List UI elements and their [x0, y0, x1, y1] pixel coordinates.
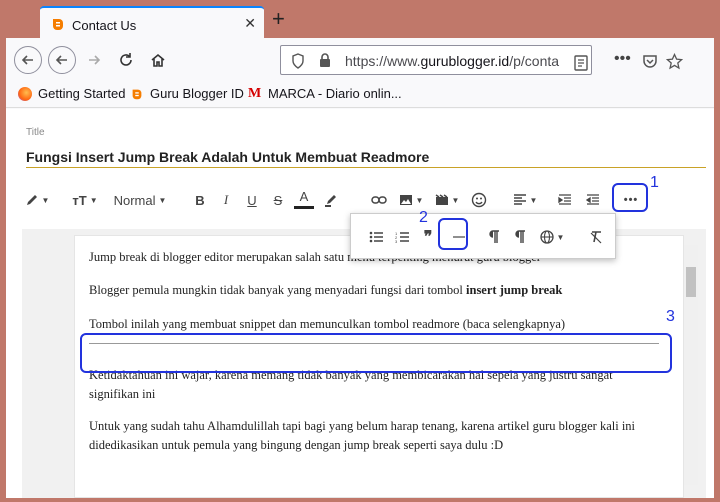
back-history-icon[interactable]	[48, 46, 76, 74]
bold-icon[interactable]: B	[190, 187, 210, 213]
shield-icon[interactable]	[291, 53, 305, 69]
paragraph-2: Blogger pemula mungkin tidak banyak yang…	[89, 283, 563, 297]
close-tab-icon[interactable]: ✕	[244, 15, 256, 32]
bookmark-guru-blogger[interactable]: Guru Blogger ID	[130, 86, 244, 101]
svg-text:3: 3	[395, 239, 398, 243]
annotation-number-3: 3	[666, 308, 675, 325]
more-options-popup: 123 ❞ ▼	[350, 213, 616, 259]
bookmark-getting-started[interactable]: Getting Started	[18, 86, 125, 101]
insert-video-button[interactable]: ▼	[432, 187, 462, 213]
indent-icon[interactable]	[554, 187, 576, 213]
title-label: Title	[26, 127, 45, 138]
text-color-icon[interactable]: A	[294, 187, 314, 209]
pen-icon	[26, 195, 37, 205]
title-underline	[26, 167, 706, 168]
paragraph-5: Untuk yang sudah tahu Alhamdulillah tapi…	[89, 419, 636, 452]
image-icon	[399, 195, 412, 205]
annotation-box-2	[438, 218, 468, 250]
annotation-box-3	[80, 333, 672, 373]
editor-scrollbar[interactable]	[684, 245, 698, 485]
editor-toolbar: ▼ ᴛT ▼ Normal ▼ B I U S A ▼ ▼ ▼ •••	[20, 187, 680, 213]
blogger-favicon-icon	[53, 19, 63, 30]
bookmarks-bar: Getting Started Guru Blogger ID M MARCA …	[6, 82, 714, 108]
emoji-icon[interactable]	[468, 187, 490, 213]
underline-icon[interactable]: U	[242, 187, 262, 213]
align-left-icon	[513, 194, 526, 205]
bookmark-marca[interactable]: M MARCA - Diario onlin...	[248, 86, 402, 101]
paragraph-format-select[interactable]: Normal ▼	[110, 187, 170, 213]
url-text: https://www.gurublogger.id/p/conta	[345, 53, 560, 69]
italic-icon[interactable]: I	[216, 187, 236, 213]
strikethrough-icon[interactable]: S	[268, 187, 288, 213]
marca-logo-icon: M	[248, 85, 262, 101]
language-button[interactable]: ▼	[537, 224, 567, 250]
url-bar[interactable]: https://www.gurublogger.id/p/conta	[280, 45, 592, 75]
link-icon[interactable]	[368, 187, 390, 213]
reader-view-icon[interactable]	[574, 55, 588, 71]
firefox-icon	[18, 86, 32, 101]
tab-title: Contact Us	[72, 18, 137, 33]
quote-icon[interactable]: ❞	[419, 224, 437, 250]
back-icon[interactable]	[14, 46, 42, 74]
tab-strip: Contact Us ✕ +	[6, 2, 714, 40]
scrollbar-thumb[interactable]	[686, 267, 696, 297]
post-editor: Title Fungsi Insert Jump Break Adalah Un…	[6, 109, 714, 498]
annotation-number-2: 2	[419, 209, 428, 226]
post-title-input[interactable]: Fungsi Insert Jump Break Adalah Untuk Me…	[26, 149, 429, 165]
font-size-button[interactable]: ᴛT ▼	[68, 187, 102, 213]
globe-icon	[539, 230, 554, 244]
font-size-icon: ᴛT	[72, 192, 87, 208]
pen-tool-button[interactable]: ▼	[20, 187, 54, 213]
tab-contact-us[interactable]: Contact Us ✕	[40, 6, 264, 40]
annotation-number-1: 1	[650, 174, 659, 191]
page-actions-icon[interactable]: •••	[614, 50, 631, 68]
blogger-icon	[132, 89, 142, 99]
align-button[interactable]: ▼	[510, 187, 540, 213]
home-icon[interactable]	[144, 46, 172, 74]
clear-formatting-icon[interactable]	[585, 224, 607, 250]
navigation-bar: https://www.gurublogger.id/p/conta •••	[6, 40, 714, 80]
browser-window: Contact Us ✕ + https://www.gurublogger.i…	[6, 2, 714, 498]
new-tab-icon[interactable]: +	[272, 8, 285, 30]
annotation-box-1	[612, 183, 648, 212]
numbered-list-icon[interactable]: 123	[391, 224, 413, 250]
rtl-direction-icon[interactable]	[509, 224, 531, 250]
video-icon	[435, 194, 448, 205]
lock-icon[interactable]	[319, 53, 331, 68]
forward-icon[interactable]	[80, 46, 108, 74]
outdent-icon[interactable]	[582, 187, 604, 213]
highlight-icon[interactable]	[320, 187, 342, 213]
reload-icon[interactable]	[112, 46, 140, 74]
bookmark-star-icon[interactable]	[666, 53, 683, 70]
paragraph-3: Tombol inilah yang membuat snippet dan m…	[89, 317, 566, 331]
bullet-list-icon[interactable]	[365, 224, 387, 250]
pocket-icon[interactable]	[642, 54, 658, 70]
ltr-direction-icon[interactable]	[483, 224, 505, 250]
